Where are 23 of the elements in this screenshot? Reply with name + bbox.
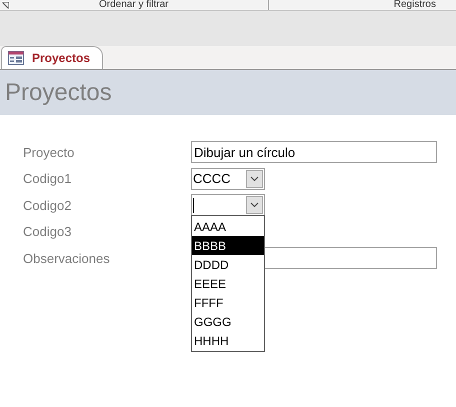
ribbon-group-label: Ordenar y filtrar [99, 0, 269, 10]
form-icon [8, 51, 24, 65]
document-tab[interactable]: Proyectos [1, 46, 104, 69]
form-title: Proyectos [5, 78, 112, 108]
field-label: Codigo3 [23, 223, 72, 241]
field-label: Codigo1 [23, 170, 72, 188]
chevron-down-icon [250, 202, 259, 208]
text-cursor [193, 198, 194, 213]
dropdown-option[interactable]: EEEE [192, 274, 264, 293]
dropdown-option[interactable]: AAAA [192, 217, 264, 236]
chevron-down-icon [250, 176, 259, 182]
dialog-launcher-icon [2, 2, 9, 8]
dropdown-option[interactable]: FFFF [192, 293, 264, 312]
dropdown-option[interactable]: GGGG [192, 312, 264, 331]
field-label: Codigo2 [23, 196, 72, 215]
dropdown-option[interactable]: DDDD [192, 255, 264, 274]
text-field[interactable]: Dibujar un círculo [191, 141, 437, 164]
combo-box[interactable]: CCCC [191, 168, 265, 190]
dropdown-option[interactable]: HHHH [192, 331, 264, 350]
field-label: Proyecto [23, 144, 76, 162]
dropdown-option[interactable]: BBBB [192, 236, 264, 255]
field-label: Observaciones [23, 250, 111, 268]
ribbon-group-label: Registros [394, 0, 436, 10]
